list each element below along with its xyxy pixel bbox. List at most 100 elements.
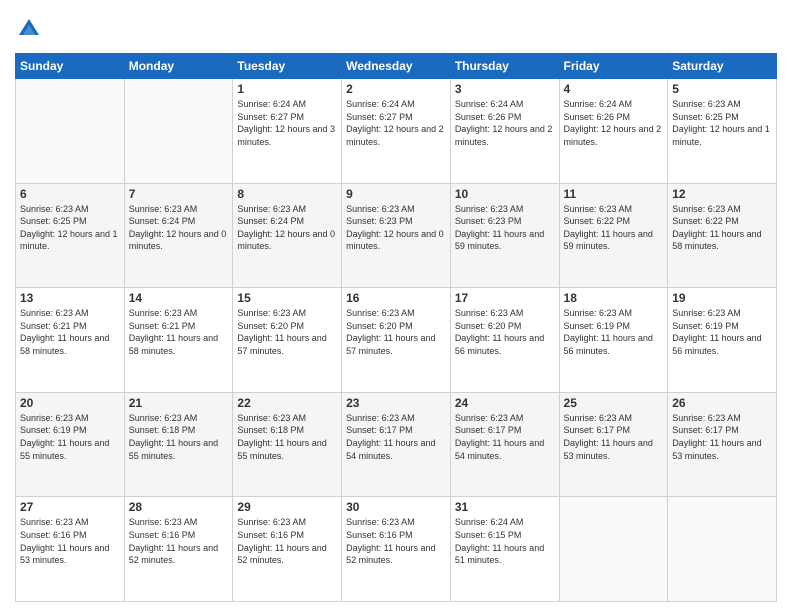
day-number: 16: [346, 291, 446, 305]
calendar-week-row: 1 Sunrise: 6:24 AM Sunset: 6:27 PM Daylig…: [16, 79, 777, 184]
day-info: Sunrise: 6:23 AM Sunset: 6:18 PM Dayligh…: [129, 412, 229, 462]
day-info: Sunrise: 6:23 AM Sunset: 6:23 PM Dayligh…: [346, 203, 446, 253]
day-info: Sunrise: 6:23 AM Sunset: 6:22 PM Dayligh…: [564, 203, 664, 253]
day-number: 27: [20, 500, 120, 514]
day-of-week-header: Wednesday: [342, 54, 451, 79]
calendar-cell: [559, 497, 668, 602]
calendar-cell: [16, 79, 125, 184]
day-number: 5: [672, 82, 772, 96]
calendar-cell: 20 Sunrise: 6:23 AM Sunset: 6:19 PM Dayli…: [16, 392, 125, 497]
day-number: 9: [346, 187, 446, 201]
calendar-cell: 28 Sunrise: 6:23 AM Sunset: 6:16 PM Dayli…: [124, 497, 233, 602]
day-of-week-header: Sunday: [16, 54, 125, 79]
day-of-week-header: Tuesday: [233, 54, 342, 79]
calendar-cell: 12 Sunrise: 6:23 AM Sunset: 6:22 PM Dayli…: [668, 183, 777, 288]
day-number: 10: [455, 187, 555, 201]
day-info: Sunrise: 6:23 AM Sunset: 6:23 PM Dayligh…: [455, 203, 555, 253]
calendar-cell: 15Sunrise: 6:23 AM Sunset: 6:20 PM Dayli…: [233, 288, 342, 393]
day-info: Sunrise: 6:23 AM Sunset: 6:19 PM Dayligh…: [20, 412, 120, 462]
day-number: 4: [564, 82, 664, 96]
day-number: 3: [455, 82, 555, 96]
day-info: Sunrise: 6:23 AM Sunset: 6:16 PM Dayligh…: [129, 516, 229, 566]
calendar-cell: 21 Sunrise: 6:23 AM Sunset: 6:18 PM Dayli…: [124, 392, 233, 497]
day-of-week-header: Thursday: [450, 54, 559, 79]
calendar-cell: 11 Sunrise: 6:23 AM Sunset: 6:22 PM Dayli…: [559, 183, 668, 288]
calendar-cell: 10 Sunrise: 6:23 AM Sunset: 6:23 PM Dayli…: [450, 183, 559, 288]
day-number: 26: [672, 396, 772, 410]
calendar-cell: 19Sunrise: 6:23 AM Sunset: 6:19 PM Dayli…: [668, 288, 777, 393]
calendar-cell: 29Sunrise: 6:23 AM Sunset: 6:16 PM Dayli…: [233, 497, 342, 602]
day-info: Sunrise: 6:24 AM Sunset: 6:27 PM Dayligh…: [237, 98, 337, 148]
day-info: Sunrise: 6:23 AM Sunset: 6:17 PM Dayligh…: [455, 412, 555, 462]
day-info: Sunrise: 6:23 AM Sunset: 6:22 PM Dayligh…: [672, 203, 772, 253]
day-info: Sunrise: 6:23 AM Sunset: 6:25 PM Dayligh…: [20, 203, 120, 253]
day-number: 1: [237, 82, 337, 96]
day-info: Sunrise: 6:23 AM Sunset: 6:17 PM Dayligh…: [672, 412, 772, 462]
calendar-week-row: 20 Sunrise: 6:23 AM Sunset: 6:19 PM Dayli…: [16, 392, 777, 497]
day-info: Sunrise: 6:23 AM Sunset: 6:19 PM Dayligh…: [564, 307, 664, 357]
logo-icon: [15, 15, 43, 43]
day-info: Sunrise: 6:23 AM Sunset: 6:19 PM Dayligh…: [672, 307, 772, 357]
calendar-cell: 7Sunrise: 6:23 AM Sunset: 6:24 PM Daylig…: [124, 183, 233, 288]
day-info: Sunrise: 6:23 AM Sunset: 6:21 PM Dayligh…: [20, 307, 120, 357]
day-number: 21: [129, 396, 229, 410]
day-of-week-header: Saturday: [668, 54, 777, 79]
day-number: 6: [20, 187, 120, 201]
calendar-cell: 16 Sunrise: 6:23 AM Sunset: 6:20 PM Dayli…: [342, 288, 451, 393]
calendar-cell: 30 Sunrise: 6:23 AM Sunset: 6:16 PM Dayli…: [342, 497, 451, 602]
calendar-cell: 1 Sunrise: 6:24 AM Sunset: 6:27 PM Daylig…: [233, 79, 342, 184]
calendar-cell: 4 Sunrise: 6:24 AM Sunset: 6:26 PM Daylig…: [559, 79, 668, 184]
calendar-week-row: 13 Sunrise: 6:23 AM Sunset: 6:21 PM Dayli…: [16, 288, 777, 393]
day-number: 11: [564, 187, 664, 201]
day-info: Sunrise: 6:24 AM Sunset: 6:15 PM Dayligh…: [455, 516, 555, 566]
day-number: 28: [129, 500, 229, 514]
logo: [15, 15, 47, 43]
calendar-cell: 25 Sunrise: 6:23 AM Sunset: 6:17 PM Dayli…: [559, 392, 668, 497]
day-of-week-header: Friday: [559, 54, 668, 79]
day-info: Sunrise: 6:23 AM Sunset: 6:17 PM Dayligh…: [346, 412, 446, 462]
day-number: 2: [346, 82, 446, 96]
calendar-cell: 24Sunrise: 6:23 AM Sunset: 6:17 PM Dayli…: [450, 392, 559, 497]
day-number: 17: [455, 291, 555, 305]
day-number: 18: [564, 291, 664, 305]
calendar-cell: 5 Sunrise: 6:23 AM Sunset: 6:25 PM Daylig…: [668, 79, 777, 184]
day-number: 14: [129, 291, 229, 305]
calendar-cell: 13 Sunrise: 6:23 AM Sunset: 6:21 PM Dayli…: [16, 288, 125, 393]
calendar-table: SundayMondayTuesdayWednesdayThursdayFrid…: [15, 53, 777, 602]
day-number: 12: [672, 187, 772, 201]
day-number: 22: [237, 396, 337, 410]
day-info: Sunrise: 6:23 AM Sunset: 6:24 PM Dayligh…: [237, 203, 337, 253]
day-number: 20: [20, 396, 120, 410]
calendar-cell: 18 Sunrise: 6:23 AM Sunset: 6:19 PM Dayli…: [559, 288, 668, 393]
calendar-cell: [668, 497, 777, 602]
day-number: 29: [237, 500, 337, 514]
calendar-cell: [124, 79, 233, 184]
day-info: Sunrise: 6:23 AM Sunset: 6:20 PM Dayligh…: [346, 307, 446, 357]
day-info: Sunrise: 6:24 AM Sunset: 6:26 PM Dayligh…: [564, 98, 664, 148]
calendar-week-row: 27 Sunrise: 6:23 AM Sunset: 6:16 PM Dayli…: [16, 497, 777, 602]
day-info: Sunrise: 6:23 AM Sunset: 6:16 PM Dayligh…: [346, 516, 446, 566]
day-info: Sunrise: 6:23 AM Sunset: 6:16 PM Dayligh…: [20, 516, 120, 566]
calendar-cell: 2 Sunrise: 6:24 AM Sunset: 6:27 PM Daylig…: [342, 79, 451, 184]
page: SundayMondayTuesdayWednesdayThursdayFrid…: [0, 0, 792, 612]
day-info: Sunrise: 6:23 AM Sunset: 6:18 PM Dayligh…: [237, 412, 337, 462]
day-number: 7: [129, 187, 229, 201]
day-number: 13: [20, 291, 120, 305]
calendar-cell: 22 Sunrise: 6:23 AM Sunset: 6:18 PM Dayli…: [233, 392, 342, 497]
day-number: 23: [346, 396, 446, 410]
calendar-cell: 8Sunrise: 6:23 AM Sunset: 6:24 PM Daylig…: [233, 183, 342, 288]
day-info: Sunrise: 6:23 AM Sunset: 6:17 PM Dayligh…: [564, 412, 664, 462]
day-number: 30: [346, 500, 446, 514]
calendar-cell: 27 Sunrise: 6:23 AM Sunset: 6:16 PM Dayli…: [16, 497, 125, 602]
day-info: Sunrise: 6:23 AM Sunset: 6:25 PM Dayligh…: [672, 98, 772, 148]
day-info: Sunrise: 6:24 AM Sunset: 6:27 PM Dayligh…: [346, 98, 446, 148]
day-of-week-header: Monday: [124, 54, 233, 79]
calendar-cell: 23 Sunrise: 6:23 AM Sunset: 6:17 PM Dayli…: [342, 392, 451, 497]
day-info: Sunrise: 6:23 AM Sunset: 6:21 PM Dayligh…: [129, 307, 229, 357]
day-number: 15: [237, 291, 337, 305]
day-info: Sunrise: 6:23 AM Sunset: 6:20 PM Dayligh…: [455, 307, 555, 357]
calendar-cell: 31Sunrise: 6:24 AM Sunset: 6:15 PM Dayli…: [450, 497, 559, 602]
calendar-cell: 14 Sunrise: 6:23 AM Sunset: 6:21 PM Dayli…: [124, 288, 233, 393]
day-number: 25: [564, 396, 664, 410]
calendar-cell: 6 Sunrise: 6:23 AM Sunset: 6:25 PM Daylig…: [16, 183, 125, 288]
